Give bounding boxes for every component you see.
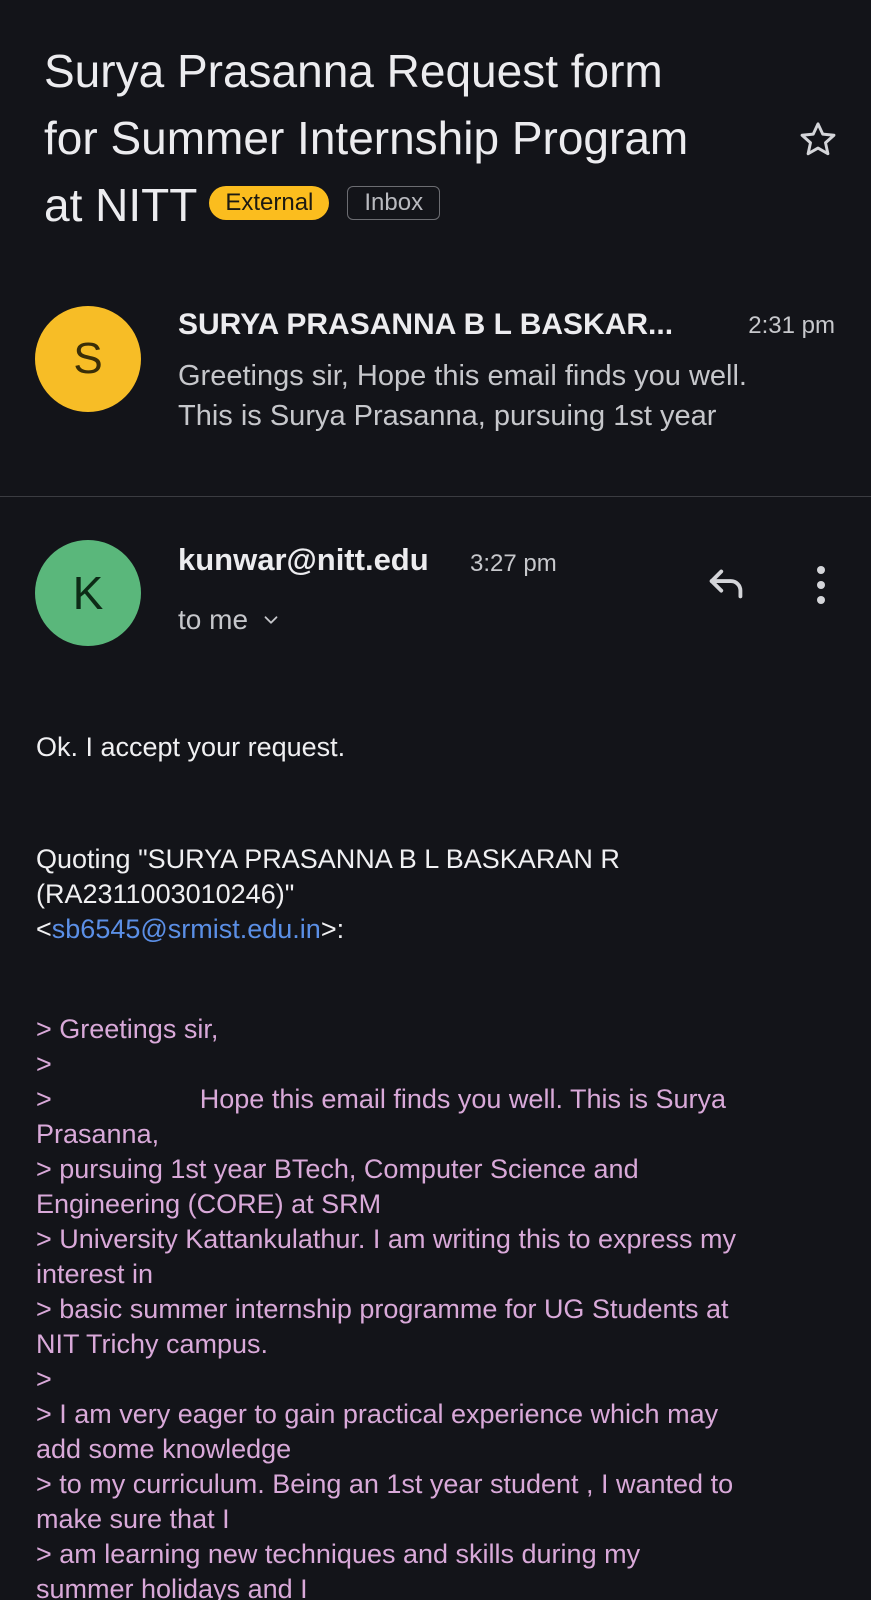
quoting-header: Quoting "SURYA PRASANNA B L BASKARAN R (… (36, 842, 846, 947)
sender-email: kunwar@nitt.edu (178, 542, 429, 577)
avatar[interactable]: K (35, 540, 141, 646)
email-close-bracket: >: (320, 914, 345, 944)
quoted-line: Hope this email finds you well. This is … (199, 1084, 727, 1114)
quoted-line: > to my curriculum. Being an 1st year st… (36, 1469, 734, 1499)
quoted-line: > (36, 1049, 52, 1079)
quoted-line-row: > Hope this email finds you well. This is… (36, 1082, 856, 1117)
reply-icon (709, 569, 743, 599)
quoted-line: > Greetings sir, (36, 1014, 219, 1044)
email-subject: Surya Prasanna Request form for Summer I… (44, 38, 804, 239)
subject-line-1: Surya Prasanna Request form (44, 45, 663, 97)
snippet-line-2: This is Surya Prasanna, pursuing 1st yea… (178, 400, 717, 432)
inbox-label[interactable]: Inbox (347, 185, 441, 220)
star-button[interactable] (796, 118, 840, 162)
sender-name: SURYA PRASANNA B L BASKAR... (178, 308, 674, 341)
snippet-line-1: Greetings sir, Hope this email finds you… (178, 360, 747, 392)
subject-header: Surya Prasanna Request form for Summer I… (44, 38, 804, 239)
divider (0, 496, 871, 497)
quoted-line: summer holidays and I (36, 1574, 308, 1600)
quoted-line: > (36, 1084, 52, 1114)
chevron-down-icon (264, 616, 278, 624)
recipient-label: to me (178, 604, 249, 635)
message-time: 2:31 pm (748, 312, 835, 339)
recipient-toggle[interactable]: to me (178, 604, 282, 636)
reply-text: Ok. I accept your request. (36, 732, 346, 762)
external-label[interactable]: External (209, 185, 330, 220)
quoted-line: > University Kattankulathur. I am writin… (36, 1224, 737, 1254)
quoted-line: > pursuing 1st year BTech, Computer Scie… (36, 1154, 639, 1184)
quoting-line-1: Quoting "SURYA PRASANNA B L BASKARAN R (36, 844, 620, 874)
quoted-line: NIT Trichy campus. (36, 1329, 269, 1359)
more-vert-icon (817, 566, 825, 604)
more-options-button[interactable] (806, 563, 836, 607)
star-icon (800, 122, 836, 156)
subject-line-2: for Summer Internship Program (44, 112, 689, 164)
email-screen: Surya Prasanna Request form for Summer I… (0, 0, 871, 1600)
email-open-bracket: < (36, 914, 52, 944)
quoted-line: > basic summer internship programme for … (36, 1294, 729, 1324)
quoted-text: > Greetings sir, > > Hope this email find… (36, 1012, 856, 1600)
message-body: Ok. I accept your request. Quoting "SURY… (36, 730, 846, 1600)
message-time: 3:27 pm (470, 550, 557, 577)
avatar[interactable]: S (35, 306, 141, 412)
quoted-line: interest in (36, 1259, 154, 1289)
quoted-line: add some knowledge (36, 1434, 292, 1464)
quoting-line-2: (RA2311003010246)" (36, 879, 295, 909)
quoted-line: make sure that I (36, 1504, 230, 1534)
subject-line-3-row: at NITT External Inbox (44, 172, 804, 239)
quoted-line: > (36, 1364, 52, 1394)
quoted-line: Prasanna, (36, 1119, 160, 1149)
subject-line-3: at NITT (44, 179, 198, 231)
message-snippet: Greetings sir, Hope this email finds you… (178, 356, 828, 436)
quoted-line: > I am very eager to gain practical expe… (36, 1399, 719, 1429)
sender-email-link[interactable]: sb6545@srmist.edu.in (52, 914, 321, 944)
reply-button[interactable] (704, 560, 750, 606)
quoted-line: > am learning new techniques and skills … (36, 1539, 641, 1569)
quoted-line: Engineering (CORE) at SRM (36, 1189, 382, 1219)
collapsed-message[interactable]: S SURYA PRASANNA B L BASKAR... 2:31 pm G… (0, 296, 871, 496)
